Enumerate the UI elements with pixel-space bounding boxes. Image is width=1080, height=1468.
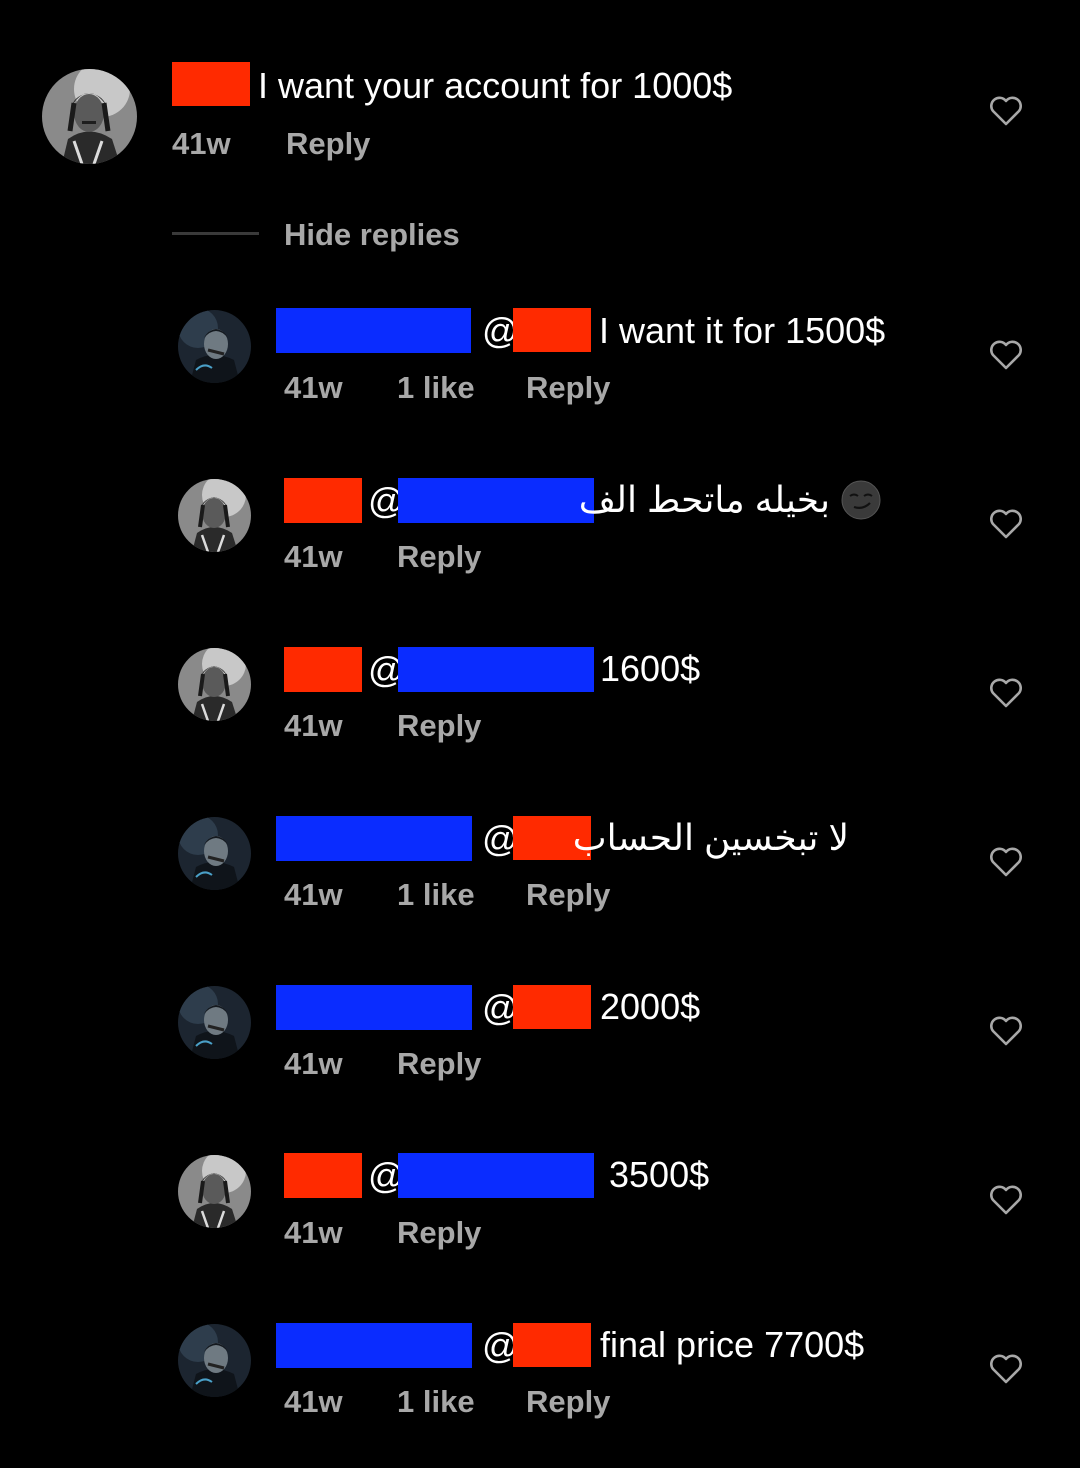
redacted-mention — [398, 478, 594, 523]
reply-line: @ 3500$ — [284, 1153, 904, 1201]
comment-time: 41w — [172, 126, 231, 161]
redacted-username — [276, 308, 471, 353]
heart-outline-icon[interactable] — [989, 1185, 1023, 1215]
reply-text: I want it for 1500$ — [599, 310, 886, 351]
reply-line: @ I want it for 1500$ — [276, 308, 956, 356]
avatar[interactable] — [178, 1155, 251, 1228]
reply-text: 1600$ — [600, 648, 701, 689]
reply-line: @ 1600$ — [284, 647, 904, 695]
heart-outline-icon[interactable] — [989, 1016, 1023, 1046]
avatar[interactable] — [178, 817, 251, 890]
reply-text: لا تبخسين الحساب — [572, 817, 849, 858]
avatar[interactable] — [178, 986, 251, 1059]
reply-text: 3500$ — [609, 1154, 710, 1195]
reply-text: بخيله ماتحط الف — [578, 479, 830, 520]
reply-line: @ بخيله ماتحط الف — [284, 478, 904, 526]
avatar[interactable] — [178, 479, 251, 552]
reply-text: final price 7700$ — [600, 1324, 865, 1365]
reply-button[interactable]: Reply — [397, 539, 481, 575]
reply-button[interactable]: Reply — [286, 126, 370, 162]
avatar[interactable] — [42, 69, 137, 164]
redacted-username — [284, 1153, 362, 1198]
heart-outline-icon[interactable] — [989, 847, 1023, 877]
comment-line: I want your account for 1000$ — [172, 62, 972, 110]
redacted-mention — [513, 308, 591, 352]
heart-outline-icon[interactable] — [989, 96, 1023, 126]
heart-outline-icon[interactable] — [989, 678, 1023, 708]
reply-line: @ 2000$ — [276, 985, 956, 1033]
heart-outline-icon[interactable] — [989, 1354, 1023, 1384]
redacted-mention — [513, 985, 591, 1029]
reply-time: 41w — [284, 1384, 343, 1419]
reply-button[interactable]: Reply — [397, 1046, 481, 1082]
redacted-username — [276, 985, 472, 1030]
comment-text: I want your account for 1000$ — [258, 65, 733, 106]
reply-button[interactable]: Reply — [397, 708, 481, 744]
like-count[interactable]: 1 like — [397, 877, 475, 913]
heart-outline-icon[interactable] — [989, 509, 1023, 539]
reply-time: 41w — [284, 1215, 343, 1250]
avatar[interactable] — [178, 310, 251, 383]
avatar[interactable] — [178, 1324, 251, 1397]
redacted-mention — [398, 647, 594, 692]
reply-time: 41w — [284, 539, 343, 574]
redacted-username — [276, 1323, 472, 1368]
like-count[interactable]: 1 like — [397, 370, 475, 406]
redacted-mention — [398, 1153, 594, 1198]
hide-replies-button[interactable]: Hide replies — [284, 217, 460, 253]
redacted-username — [284, 647, 362, 692]
redacted-mention — [513, 1323, 591, 1367]
reply-time: 41w — [284, 877, 343, 912]
reply-text: 2000$ — [600, 986, 701, 1027]
reply-button[interactable]: Reply — [397, 1215, 481, 1251]
reply-button[interactable]: Reply — [526, 877, 610, 913]
reply-line: @ لا تبخسين الحساب — [276, 816, 956, 864]
smirk-emoji — [841, 480, 881, 520]
heart-outline-icon[interactable] — [989, 340, 1023, 370]
hide-replies-divider — [172, 232, 259, 235]
reply-time: 41w — [284, 370, 343, 405]
reply-time: 41w — [284, 708, 343, 743]
redacted-username — [276, 816, 472, 861]
reply-button[interactable]: Reply — [526, 1384, 610, 1420]
reply-time: 41w — [284, 1046, 343, 1081]
redacted-username — [172, 62, 250, 106]
reply-line: @ final price 7700$ — [276, 1323, 956, 1371]
redacted-username — [284, 478, 362, 523]
like-count[interactable]: 1 like — [397, 1384, 475, 1420]
reply-button[interactable]: Reply — [526, 370, 610, 406]
avatar[interactable] — [178, 648, 251, 721]
